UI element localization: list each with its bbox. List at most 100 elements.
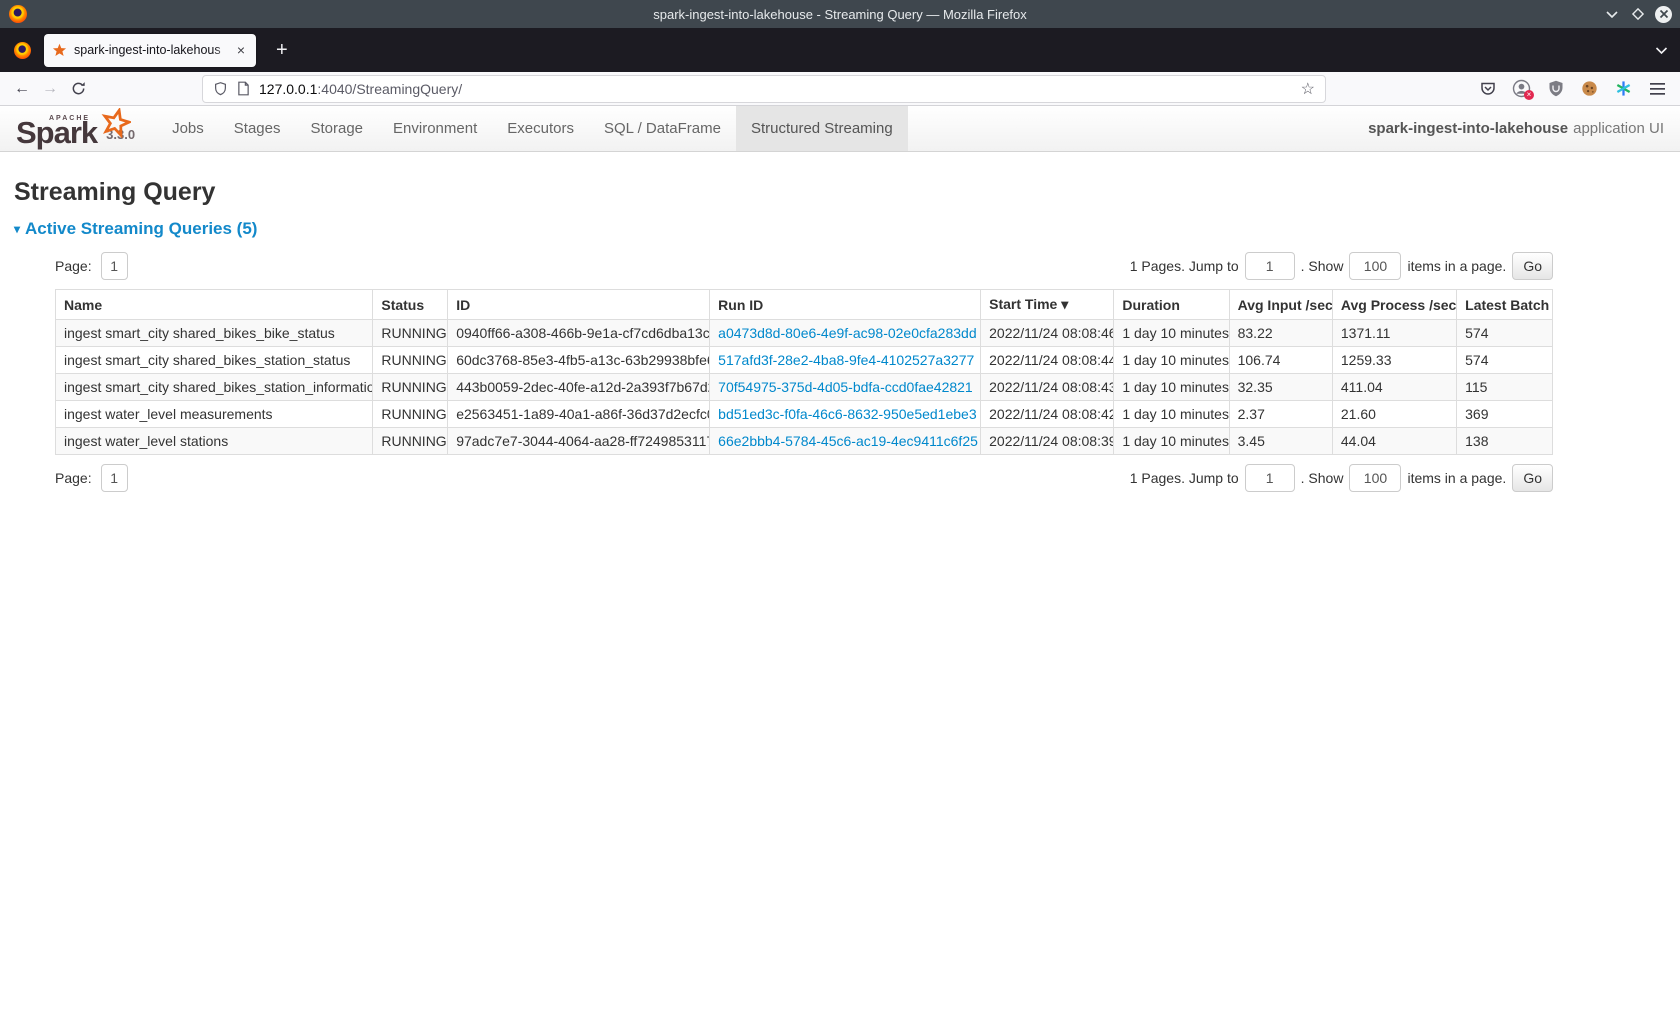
spark-logo-word: Spark — [16, 118, 97, 147]
pagination-top: Page: 1 Pages. Jump to . Show items in a… — [55, 251, 1553, 281]
cell-duration: 1 day 10 minutes — [1114, 428, 1229, 455]
url-host: 127.0.0.1 — [259, 81, 317, 97]
browser-toolbar: ← → 127.0.0.1:4040/StreamingQuery/ ☆ — [0, 72, 1680, 106]
jump-to-input[interactable] — [1245, 252, 1295, 280]
reload-icon[interactable] — [64, 76, 92, 102]
nav-executors[interactable]: Executors — [492, 106, 589, 151]
profile-error-badge: × — [1524, 90, 1534, 100]
window-title: spark-ingest-into-lakehouse - Streaming … — [0, 7, 1680, 22]
run-id-link[interactable]: a0473d8d-80e6-4e9f-ac98-02e0cfa283dd — [718, 325, 976, 341]
header-status[interactable]: Status — [373, 290, 448, 320]
application-info: spark-ingest-into-lakehouse application … — [1368, 106, 1680, 151]
items-per-page-input[interactable] — [1349, 252, 1401, 280]
table-row: ingest smart_city shared_bikes_station_i… — [56, 374, 1553, 401]
cell-run-id: bd51ed3c-f0fa-46c6-8632-950e5ed1ebe3 — [710, 401, 981, 428]
header-run-id[interactable]: Run ID — [710, 290, 981, 320]
cell-avg-process: 1259.33 — [1332, 347, 1456, 374]
nav-storage[interactable]: Storage — [295, 106, 378, 151]
window-controls — [1603, 0, 1672, 28]
nav-jobs[interactable]: Jobs — [157, 106, 219, 151]
tab-close-icon[interactable]: × — [234, 41, 248, 59]
nav-structured-streaming[interactable]: Structured Streaming — [736, 106, 908, 151]
browser-tab-strip: spark-ingest-into-lakehous × + — [0, 28, 1680, 72]
header-avg-input[interactable]: Avg Input /sec — [1229, 290, 1332, 320]
header-name[interactable]: Name — [56, 290, 373, 320]
tracking-shield-icon[interactable] — [213, 81, 228, 97]
page-info-icon[interactable] — [237, 81, 250, 96]
cell-start-time: 2022/11/24 08:08:44 — [981, 347, 1114, 374]
toolbar-extensions: × — [1473, 76, 1672, 102]
cell-latest-batch: 574 — [1457, 347, 1553, 374]
table-row: ingest water_level stations RUNNING 97ad… — [56, 428, 1553, 455]
cell-run-id: a0473d8d-80e6-4e9f-ac98-02e0cfa283dd — [710, 320, 981, 347]
header-latest-batch[interactable]: Latest Batch — [1457, 290, 1553, 320]
pocket-icon[interactable] — [1473, 76, 1502, 102]
window-close-icon[interactable] — [1655, 6, 1672, 23]
show-text: . Show — [1301, 470, 1344, 486]
run-id-link[interactable]: 66e2bbb4-5784-45c6-ac19-4ec9411c6f25 — [718, 433, 978, 449]
page-number-group: Page: — [55, 464, 128, 492]
extension-asterisk-icon[interactable] — [1609, 76, 1638, 102]
nav-environment[interactable]: Environment — [378, 106, 492, 151]
active-queries-toggle[interactable]: ▾Active Streaming Queries (5) — [14, 219, 257, 238]
cell-latest-batch: 369 — [1457, 401, 1553, 428]
page-number-input[interactable] — [101, 252, 128, 280]
cell-avg-input: 2.37 — [1229, 401, 1332, 428]
run-id-link[interactable]: 517afd3f-28e2-4ba8-9fe4-4102527a3277 — [718, 352, 974, 368]
cell-run-id: 70f54975-375d-4d05-bdfa-ccd0fae42821 — [710, 374, 981, 401]
cell-duration: 1 day 10 minutes — [1114, 347, 1229, 374]
list-all-tabs-chevron-icon[interactable] — [1655, 46, 1668, 55]
cell-avg-input: 83.22 — [1229, 320, 1332, 347]
cell-run-id: 66e2bbb4-5784-45c6-ac19-4ec9411c6f25 — [710, 428, 981, 455]
pages-jump-text: 1 Pages. Jump to — [1130, 258, 1239, 274]
cell-avg-process: 21.60 — [1332, 401, 1456, 428]
new-tab-button[interactable]: + — [268, 38, 296, 62]
header-duration[interactable]: Duration — [1114, 290, 1229, 320]
spark-logo[interactable]: APACHE Spark 3.3.0 — [0, 106, 135, 151]
application-name: spark-ingest-into-lakehouse — [1368, 120, 1568, 137]
run-id-link[interactable]: 70f54975-375d-4d05-bdfa-ccd0fae42821 — [718, 379, 973, 395]
cell-name: ingest water_level stations — [56, 428, 373, 455]
window-maximize-icon[interactable] — [1629, 6, 1646, 23]
go-button[interactable]: Go — [1512, 252, 1553, 280]
table-header-row: Name Status ID Run ID Start Time ▾ Durat… — [56, 290, 1553, 320]
page-jump-group: 1 Pages. Jump to . Show items in a page.… — [1130, 464, 1553, 492]
page-number-input[interactable] — [101, 464, 128, 492]
cell-name: ingest smart_city shared_bikes_station_i… — [56, 374, 373, 401]
jump-to-input[interactable] — [1245, 464, 1295, 492]
pages-jump-text: 1 Pages. Jump to — [1130, 470, 1239, 486]
header-id[interactable]: ID — [448, 290, 710, 320]
ublock-icon[interactable] — [1541, 76, 1570, 102]
cell-status: RUNNING — [373, 347, 448, 374]
spark-header: APACHE Spark 3.3.0 Jobs Stages Storage E… — [0, 106, 1680, 152]
go-button[interactable]: Go — [1512, 464, 1553, 492]
cell-run-id: 517afd3f-28e2-4ba8-9fe4-4102527a3277 — [710, 347, 981, 374]
profile-icon[interactable]: × — [1507, 76, 1536, 102]
url-text[interactable]: 127.0.0.1:4040/StreamingQuery/ — [259, 81, 1292, 97]
cell-id: 97adc7e7-3044-4064-aa28-ff7249853117 — [448, 428, 710, 455]
menu-hamburger-icon[interactable] — [1643, 76, 1672, 102]
pagination-bottom: Page: 1 Pages. Jump to . Show items in a… — [55, 463, 1553, 493]
cell-name: ingest water_level measurements — [56, 401, 373, 428]
cell-start-time: 2022/11/24 08:08:43 — [981, 374, 1114, 401]
page-title: Streaming Query — [14, 178, 1666, 207]
cell-name: ingest smart_city shared_bikes_station_s… — [56, 347, 373, 374]
url-bar[interactable]: 127.0.0.1:4040/StreamingQuery/ ☆ — [202, 75, 1326, 103]
cell-id: 0940ff66-a308-466b-9e1a-cf7cd6dba13c — [448, 320, 710, 347]
cell-id: 443b0059-2dec-40fe-a12d-2a393f7b67d2 — [448, 374, 710, 401]
run-id-link[interactable]: bd51ed3c-f0fa-46c6-8632-950e5ed1ebe3 — [718, 406, 976, 422]
nav-sql-dataframe[interactable]: SQL / DataFrame — [589, 106, 736, 151]
firefox-view-icon[interactable] — [7, 35, 37, 65]
browser-tab[interactable]: spark-ingest-into-lakehous × — [44, 34, 256, 67]
bookmark-star-icon[interactable]: ☆ — [1301, 79, 1315, 99]
table-row: ingest smart_city shared_bikes_bike_stat… — [56, 320, 1553, 347]
items-per-page-input[interactable] — [1349, 464, 1401, 492]
nav-stages[interactable]: Stages — [219, 106, 296, 151]
header-avg-process[interactable]: Avg Process /sec — [1332, 290, 1456, 320]
cookie-icon[interactable] — [1575, 76, 1604, 102]
streaming-queries-table: Name Status ID Run ID Start Time ▾ Durat… — [55, 289, 1553, 455]
header-start-time[interactable]: Start Time ▾ — [981, 290, 1114, 320]
url-path: :4040/StreamingQuery/ — [317, 81, 462, 97]
window-minimize-icon[interactable] — [1603, 6, 1620, 23]
back-icon[interactable]: ← — [8, 76, 36, 102]
